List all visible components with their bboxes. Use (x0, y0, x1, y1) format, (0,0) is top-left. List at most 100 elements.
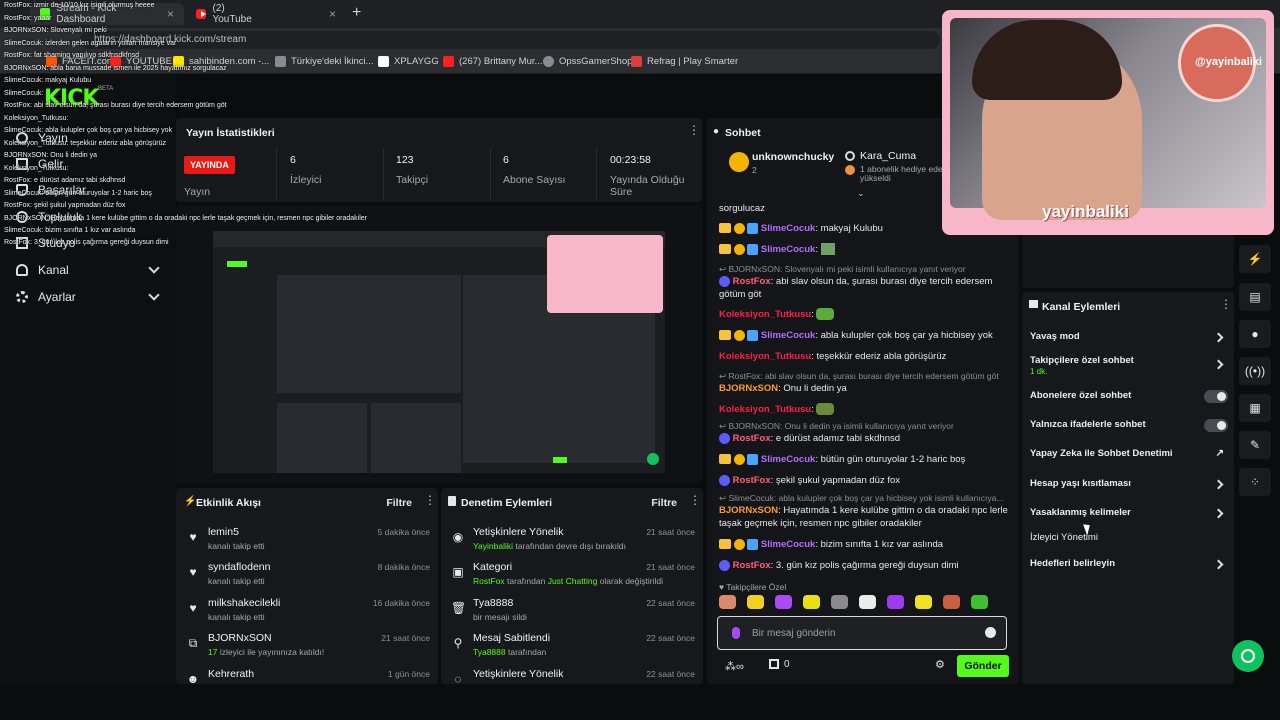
microphone-icon[interactable] (732, 627, 740, 639)
emote-icon[interactable] (915, 595, 932, 609)
emote-icon[interactable] (831, 595, 848, 609)
crown-badge-icon (719, 454, 731, 465)
sidebar-item-studyo[interactable]: Stüdyo (16, 233, 166, 253)
list-item[interactable]: ☻ Kehrerath 1 gün önce (186, 668, 432, 686)
url-field[interactable]: https://dashboard.kick.com/stream (80, 31, 940, 49)
points-icon[interactable]: ⁂∞ (725, 660, 744, 673)
emote-icon[interactable] (719, 595, 736, 609)
sidebar-item-ayarlar[interactable]: Ayarlar (16, 287, 166, 307)
bookmark-faceit[interactable]: FACEIT.com (46, 56, 115, 67)
bookmark-xplaygg[interactable]: XPLAYGG (378, 56, 439, 67)
collapse-icon[interactable]: ⌄ (857, 188, 865, 199)
panel-title: Etkinlik Akışı (196, 497, 261, 509)
gift-icon (845, 151, 855, 161)
emotes-only-option[interactable]: Yalnızca ifadelerle sohbet (1030, 419, 1228, 441)
youtube-icon (443, 56, 454, 67)
stream-stats-panel: Yayın İstatistikleri YAYINDA Yayın 6İzle… (176, 118, 702, 202)
emoji-icon[interactable] (985, 627, 996, 638)
sidebar-item-gelir[interactable]: Gelir (16, 154, 166, 174)
ai-moderation-option[interactable]: Yapay Zeka ile Sohbet Denetimi ↗ (1030, 448, 1228, 470)
list-item[interactable]: ♥ syndaflodenn kanalı takip etti 8 dakik… (186, 561, 432, 591)
lightning-button[interactable]: ⚡ (1239, 245, 1271, 273)
emote-icon[interactable] (943, 595, 960, 609)
top-gifter-badge-icon (729, 152, 749, 172)
external-link-icon: ↗ (1215, 448, 1224, 459)
support-fab-button[interactable] (1232, 640, 1264, 672)
more-options-icon[interactable] (688, 123, 700, 137)
emote-icon (816, 308, 835, 321)
close-tab-icon[interactable]: × (329, 7, 336, 21)
more-options-icon[interactable] (1220, 297, 1232, 311)
emote-icon[interactable] (775, 595, 792, 609)
wrench-button[interactable]: ✎ (1239, 431, 1271, 459)
emotes-only-toggle[interactable] (1204, 419, 1228, 432)
tab-youtube[interactable]: (2) YouTube × (186, 3, 346, 25)
bookmark-brittany[interactable]: (267) Brittany Mur... (443, 56, 542, 67)
chat-message: SlimeCocuk: bütün gün oturuyolar 1-2 har… (719, 453, 1011, 466)
send-button[interactable]: Gönder (957, 655, 1009, 677)
more-options-icon[interactable] (424, 493, 436, 507)
bookmark-sahibinden[interactable]: sahibinden.com -... (173, 56, 269, 67)
chevron-down-icon (148, 289, 160, 301)
studio-icon (16, 237, 28, 249)
emote-icon[interactable] (747, 595, 764, 609)
sidebar-item-yayin[interactable]: Yayın (16, 128, 166, 148)
subscribers-only-option[interactable]: Abonelere özel sohbet (1030, 390, 1228, 412)
viewer-management-option[interactable]: İzleyici Yönetimi (1030, 532, 1228, 554)
bookmark-opss[interactable]: OpssGamerShop (543, 56, 632, 67)
more-options-icon[interactable] (689, 493, 701, 507)
followers-only-option[interactable]: Takipçilere özel sohbet 1 dk. (1030, 355, 1228, 383)
coin-badge-icon (733, 538, 745, 550)
heart-icon: ♥ (189, 601, 197, 615)
bookmark-turkiye[interactable]: Türkiye'deki İkinci... (275, 56, 374, 67)
gear-icon[interactable]: ⚙ (935, 658, 945, 671)
list-item[interactable]: ◉ Yetişkinlere Yönelik Yayinbaliki taraf… (451, 526, 697, 556)
chat-message: SlimeCocuk: (719, 243, 1011, 256)
emote-icon (816, 403, 835, 416)
emote-icon[interactable] (971, 595, 988, 609)
preview-activity-block (277, 403, 367, 473)
document-button[interactable]: ▤ (1239, 283, 1271, 311)
trash-icon: 🗑 (451, 601, 467, 615)
chat-message-input[interactable]: Bir mesaj gönderin (717, 616, 1007, 650)
list-item[interactable]: ▣ Kategori RostFox tarafından Just Chatt… (451, 561, 697, 591)
list-item[interactable]: 🗑 Tya8888 bir mesajı sildi 22 saat önce (451, 597, 697, 627)
community-button[interactable]: ⁘ (1239, 468, 1271, 496)
chat-button[interactable]: ● (1239, 320, 1271, 348)
emote-icon[interactable] (859, 595, 876, 609)
sidebar-item-topluluk[interactable]: Topluluk (16, 207, 166, 227)
bookmark-refrag[interactable]: Refrag | Play Smarter (631, 56, 738, 67)
filter-button[interactable]: Filtre (386, 497, 412, 509)
new-tab-icon[interactable]: + (352, 4, 361, 22)
chat-message: BJORNxSON: Onu li dedin ya (719, 383, 847, 394)
sidebar-item-kanal[interactable]: Kanal (16, 260, 166, 280)
slow-mode-option[interactable]: Yavaş mod (1030, 331, 1228, 353)
list-item[interactable]: ⚲ Mesaj Sabitlendi Tya8888 tarafından 22… (451, 632, 697, 662)
filter-button[interactable]: Filtre (651, 497, 677, 509)
kick-logo[interactable]: KICK (44, 86, 99, 111)
close-tab-icon[interactable]: × (167, 7, 174, 21)
live-badge: YAYINDA (184, 156, 235, 174)
page-icon (275, 56, 286, 67)
emote-icon[interactable] (803, 595, 820, 609)
stat-subscribers: 6 Abone Sayısı (503, 154, 566, 186)
list-item[interactable]: ♥ milkshakecilekli kanalı takip etti 16 … (186, 597, 432, 627)
emote-icon[interactable] (887, 595, 904, 609)
bookmark-youtube[interactable]: YOUTUBE (110, 56, 172, 67)
list-item[interactable]: ◌ Yetişkinlere Yönelik 22 saat önce (451, 668, 697, 686)
chevron-right-icon (1213, 479, 1224, 490)
broadcast-button[interactable]: ((•)) (1239, 357, 1271, 385)
banned-words-option[interactable]: Yasaklanmış kelimeler (1030, 507, 1228, 529)
heart-icon: ♥ (189, 530, 197, 544)
tab-kick-dashboard[interactable]: Stream - Kick Dashboard × (30, 3, 184, 25)
goals-option[interactable]: Hedefleri belirleyin (1030, 558, 1228, 580)
account-age-option[interactable]: Hesap yaşı kısıtlaması (1030, 478, 1228, 500)
stream-preview-video[interactable] (213, 231, 665, 473)
layout-button[interactable]: ▦ (1239, 394, 1271, 422)
sidebar-item-basarilar[interactable]: Başarılar (16, 180, 166, 200)
subscribers-only-toggle[interactable] (1204, 390, 1228, 403)
gift-icon[interactable] (769, 659, 779, 669)
list-item[interactable]: ♥ lemin5 kanalı takip etti 5 dakika önce (186, 526, 432, 556)
kick-favicon-icon (40, 8, 51, 20)
list-item[interactable]: ⧉ BJORNxSON 17 izleyici ile yayınınıza k… (186, 632, 432, 662)
